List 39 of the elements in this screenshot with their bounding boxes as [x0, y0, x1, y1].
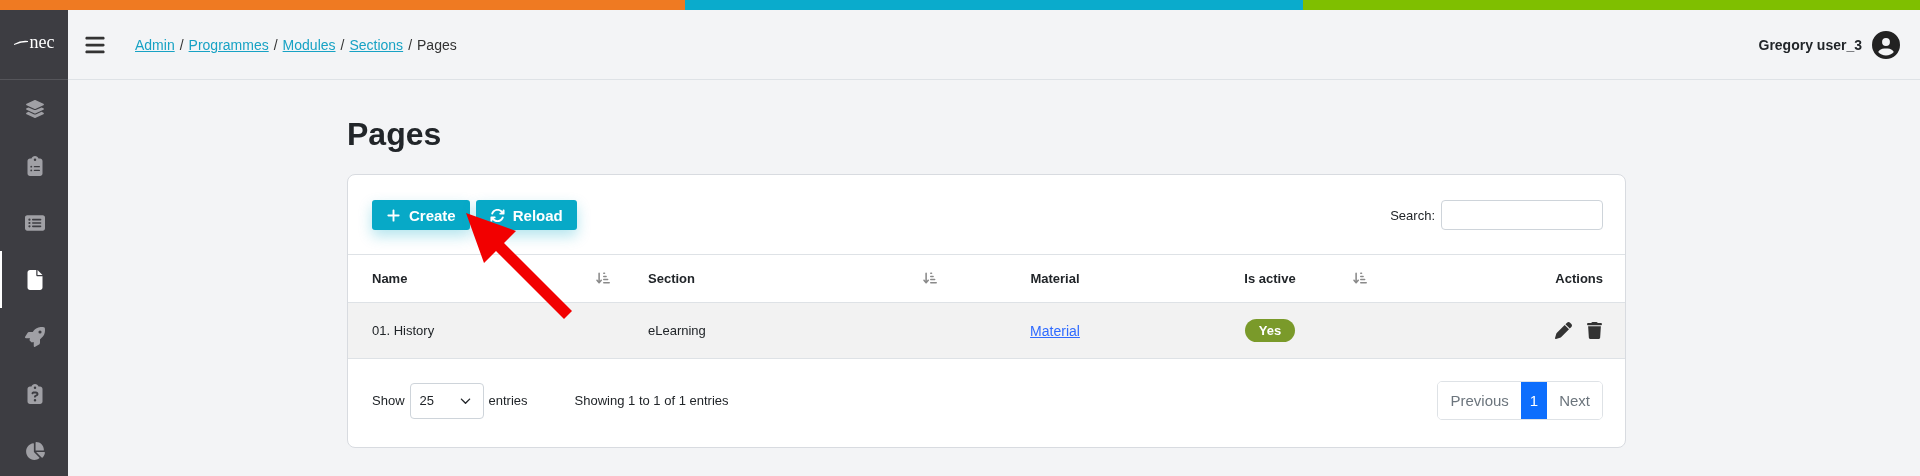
- table-info: Showing 1 to 1 of 1 entries: [574, 393, 729, 408]
- page-title: Pages: [347, 115, 443, 154]
- column-header-label: Section: [648, 271, 695, 286]
- logo: nec: [13, 32, 55, 53]
- search-field[interactable]: [1441, 200, 1603, 230]
- trash-icon[interactable]: [1586, 322, 1603, 339]
- breadcrumb-link[interactable]: Admin: [135, 36, 175, 53]
- column-header-label: Is active: [1244, 271, 1296, 286]
- column-header-label: Name: [372, 271, 408, 286]
- breadcrumb-text: Pages: [417, 36, 457, 53]
- plus-icon: [386, 207, 401, 223]
- breadcrumb-link[interactable]: Programmes: [188, 36, 269, 53]
- breadcrumb-separator: /: [273, 36, 278, 53]
- material-link[interactable]: Material: [1030, 322, 1080, 339]
- breadcrumb-separator: /: [179, 36, 184, 53]
- chevron-down-icon: [459, 395, 471, 406]
- show-label: Show: [372, 393, 405, 408]
- table-cell: eLearning: [648, 323, 706, 338]
- sort-icon[interactable]: [1353, 271, 1367, 285]
- table-cell: 01. History: [372, 323, 435, 338]
- create-button[interactable]: Create: [372, 200, 470, 230]
- user-name: Gregory user_3: [1758, 36, 1862, 53]
- status-badge: Yes: [1244, 319, 1296, 342]
- breadcrumb-separator: /: [408, 36, 412, 53]
- column-header-label: Material: [1030, 271, 1080, 286]
- refresh-icon: [489, 207, 505, 223]
- breadcrumb-link[interactable]: Modules: [282, 36, 336, 53]
- search-label: Search:: [1390, 207, 1435, 223]
- page-size-select[interactable]: 25: [409, 382, 484, 419]
- user-avatar-icon[interactable]: [1872, 30, 1900, 59]
- reload-button[interactable]: Reload: [475, 200, 577, 230]
- edit-icon[interactable]: [1555, 322, 1572, 339]
- sort-icon[interactable]: [923, 271, 937, 285]
- breadcrumb-link[interactable]: Sections: [349, 36, 404, 53]
- breadcrumb-separator: /: [340, 36, 345, 53]
- sort-icon[interactable]: [596, 271, 610, 285]
- column-header-label: Actions: [1555, 271, 1603, 286]
- entries-label: entries: [488, 393, 528, 408]
- page-number-button[interactable]: 1: [1520, 382, 1548, 419]
